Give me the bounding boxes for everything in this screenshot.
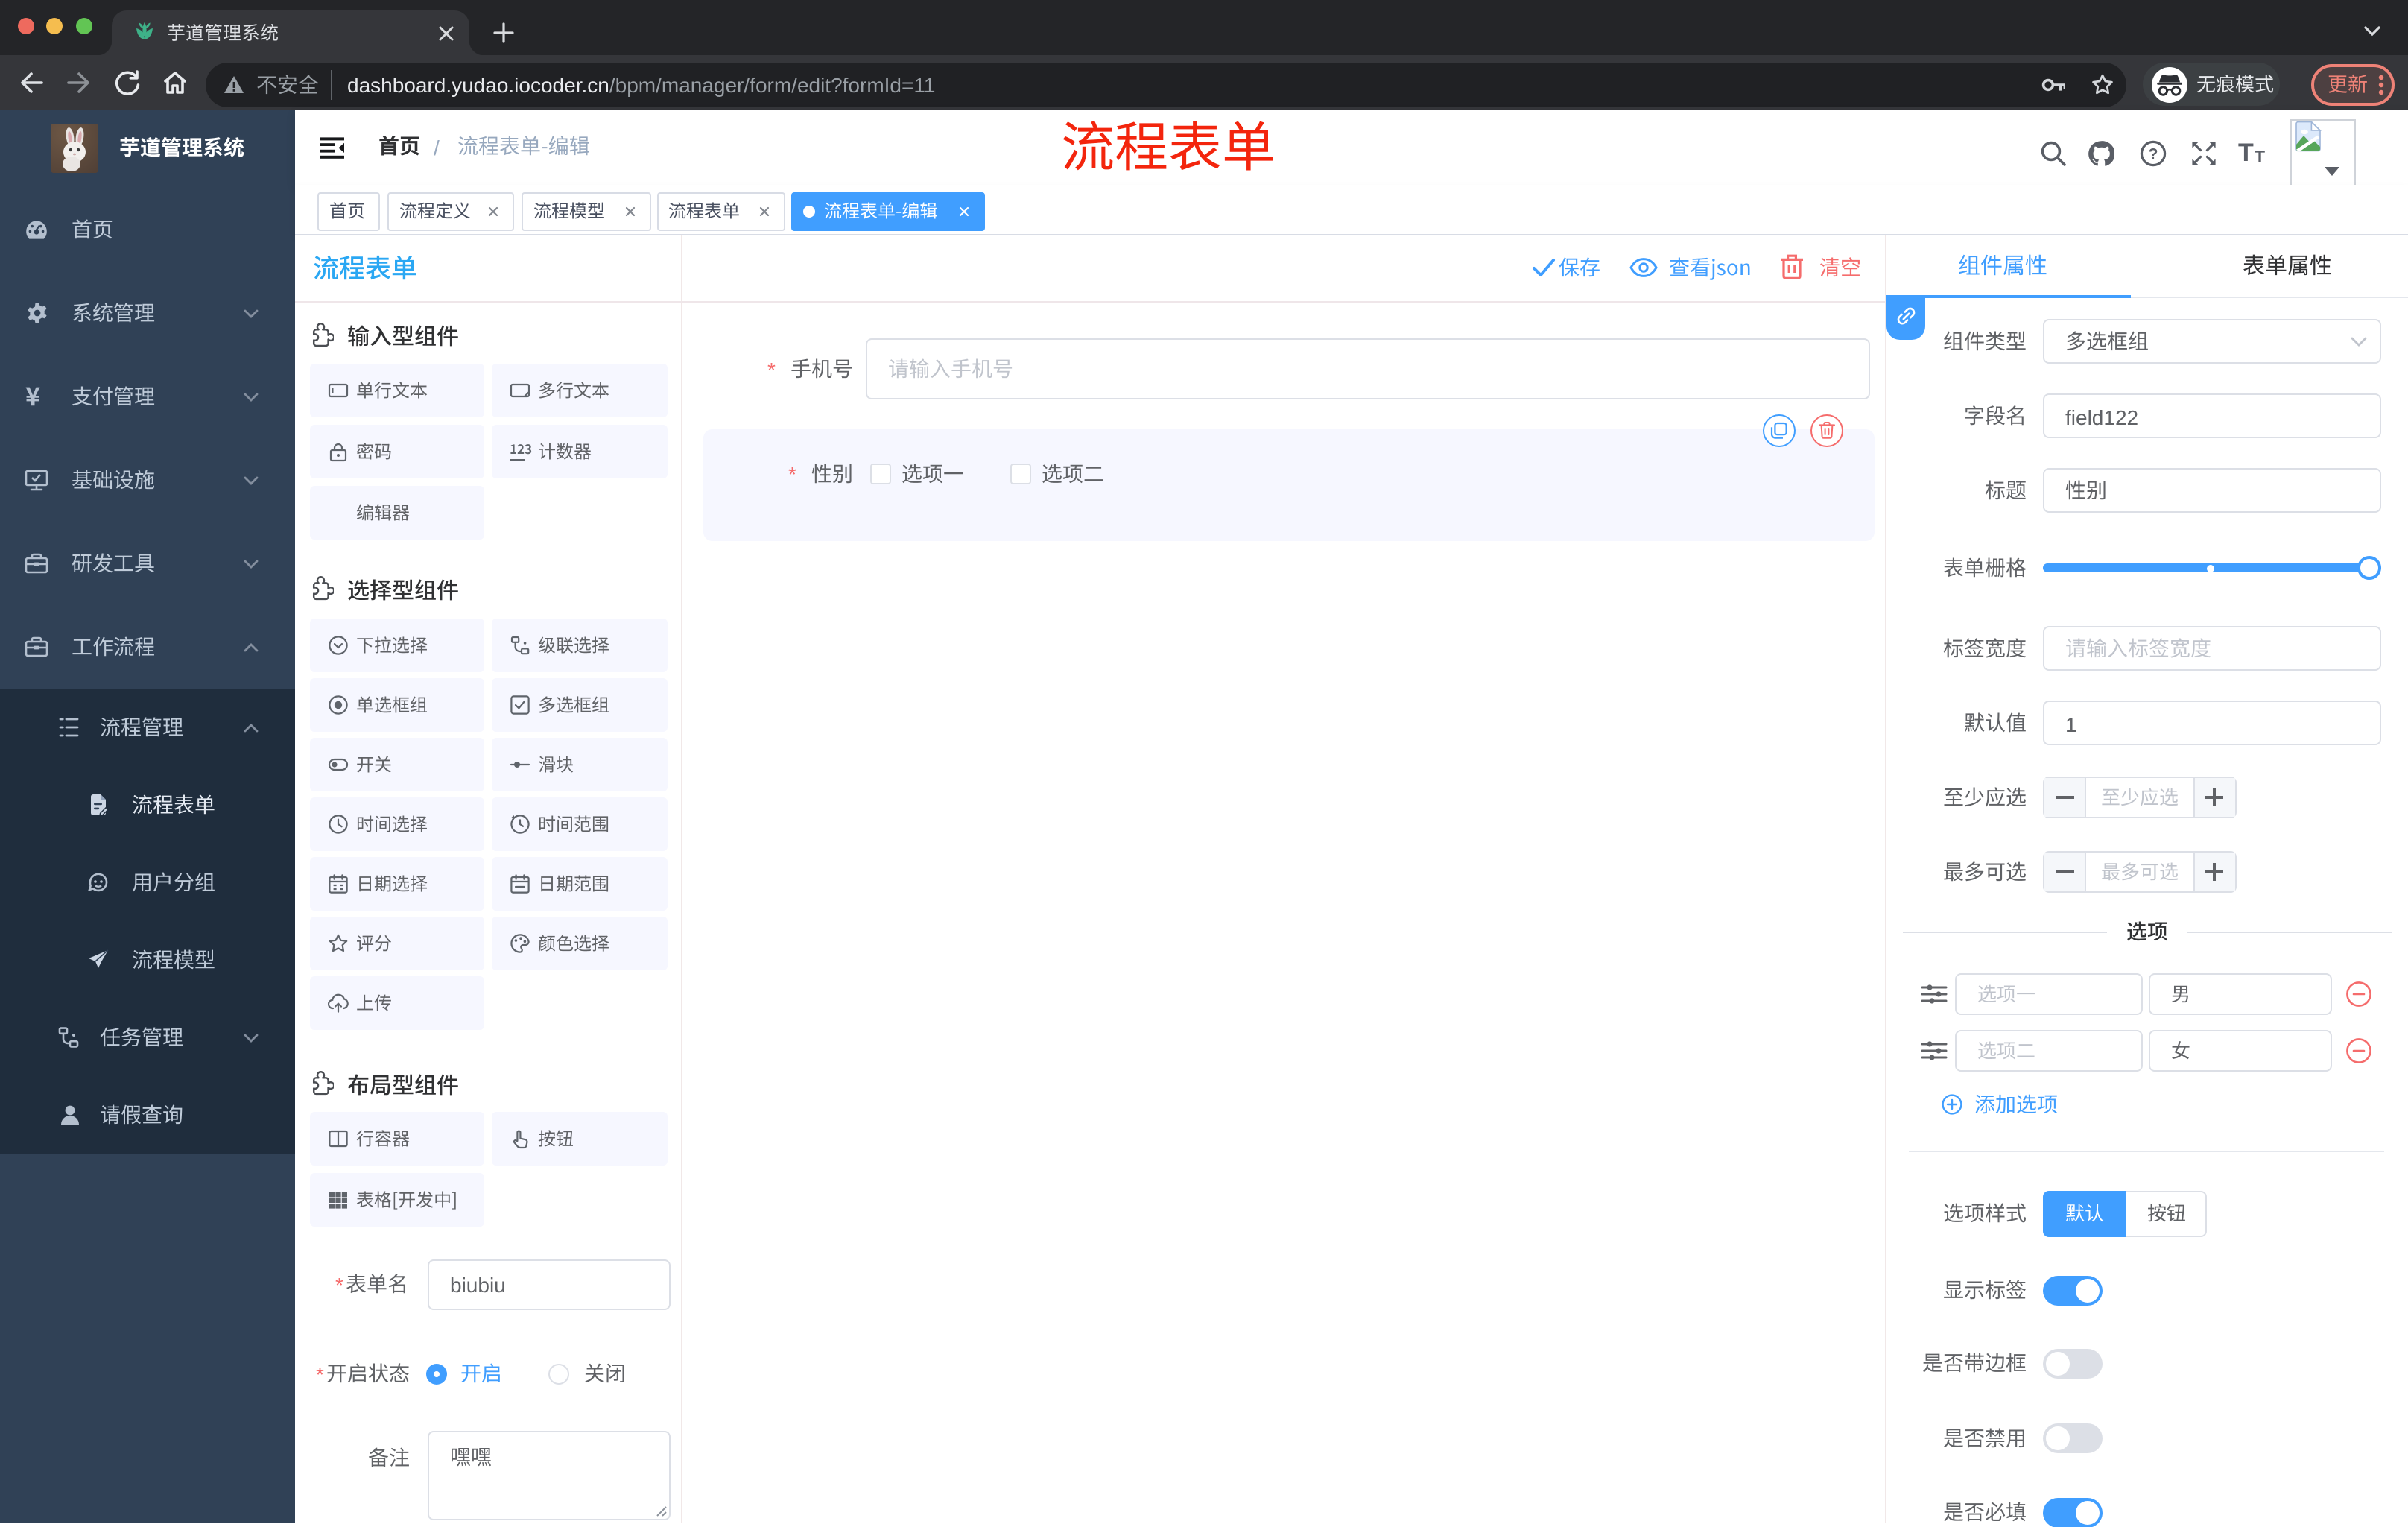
svg-text:?: ? <box>2149 146 2158 163</box>
